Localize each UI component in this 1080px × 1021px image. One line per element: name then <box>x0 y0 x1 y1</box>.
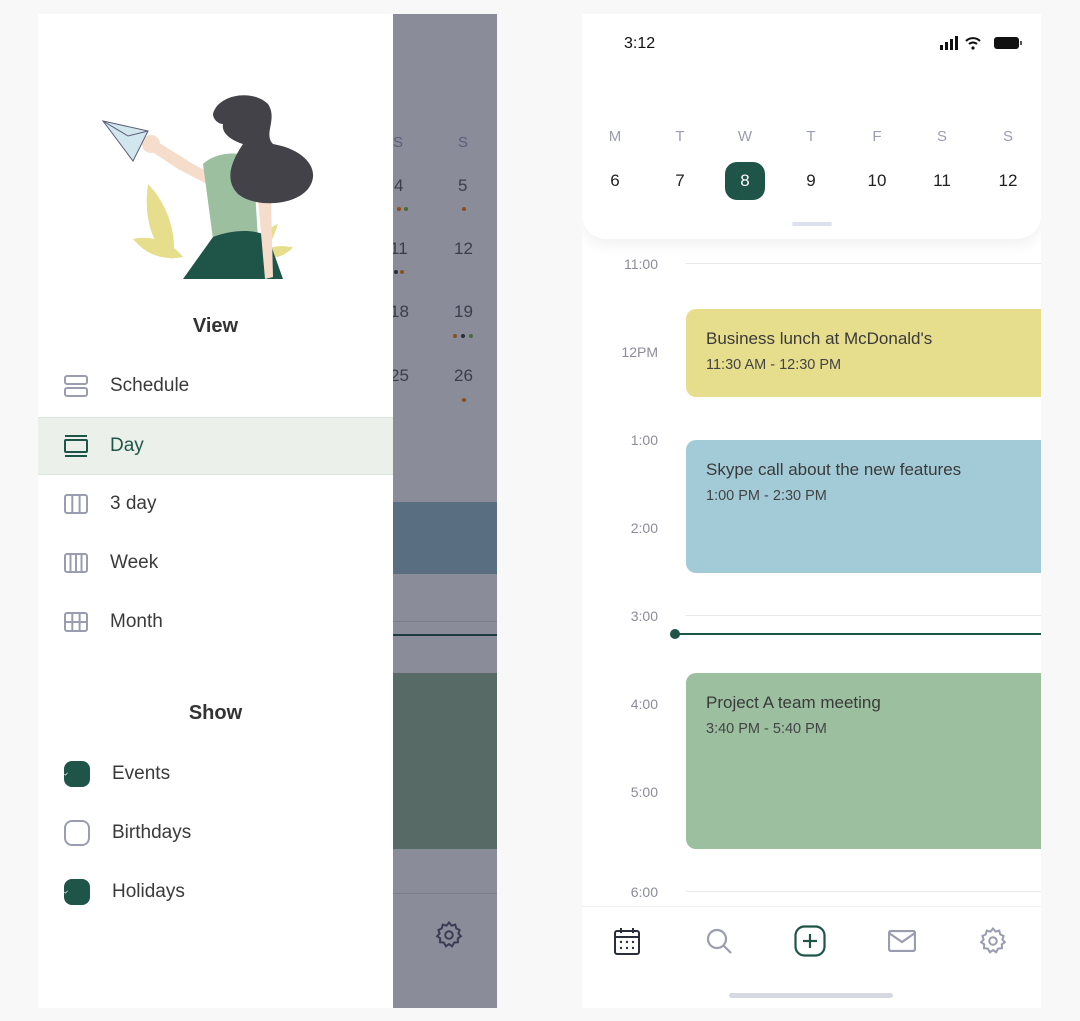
weekday-label: F <box>872 128 882 145</box>
date[interactable]: 26 <box>454 366 473 386</box>
event-time: 3:40 PM - 5:40 PM <box>706 721 827 737</box>
illustration-woman-paper-plane <box>93 89 323 284</box>
view-option-day[interactable]: Day <box>38 417 393 475</box>
dimmed-divider <box>393 621 497 622</box>
weekday-label: S <box>1002 128 1013 145</box>
week-strip: 3:12 M 6 T 7 W 8 T 9 F 10 S 11 S 12 <box>582 14 1041 239</box>
date[interactable]: 19 <box>454 302 473 322</box>
checkbox-checked[interactable] <box>64 761 90 787</box>
checkbox-unchecked[interactable] <box>64 820 90 846</box>
dimmed-event <box>393 673 497 849</box>
calendar-icon[interactable] <box>607 921 647 961</box>
event-title: Project A team meeting <box>706 693 881 712</box>
show-option-label: Events <box>112 763 171 784</box>
hour-label: 2:00 <box>630 520 658 536</box>
hour-gridline <box>686 891 1041 892</box>
view-option-label: Schedule <box>110 375 190 396</box>
week-icon <box>64 553 88 573</box>
show-section-title: Show <box>188 702 243 724</box>
day-icon <box>64 435 88 457</box>
date[interactable]: 12 <box>454 239 473 259</box>
view-option-label: Day <box>110 435 144 456</box>
event-dot <box>397 207 401 211</box>
three-day-icon <box>64 494 88 514</box>
event-dot <box>453 334 457 338</box>
settings-icon[interactable] <box>973 921 1013 961</box>
event-title: Skype call about the new features <box>706 460 962 479</box>
event-dot <box>404 207 408 211</box>
month-icon <box>64 612 88 632</box>
event-dot <box>462 398 466 402</box>
date[interactable]: 10 <box>857 162 897 200</box>
weekday-label: W <box>737 128 753 145</box>
event-card[interactable]: Project A team meeting 3:40 PM - 5:40 PM <box>686 673 1041 849</box>
date[interactable]: 9 <box>791 162 831 200</box>
hour-label: 6:00 <box>630 884 658 900</box>
weekday-label: T <box>675 128 685 145</box>
view-option-month[interactable]: Month <box>38 593 393 651</box>
view-option-label: Week <box>110 552 159 573</box>
event-time: 1:00 PM - 2:30 PM <box>706 488 827 504</box>
checkbox-checked[interactable] <box>64 879 90 905</box>
event-card[interactable]: Skype call about the new features 1:00 PM… <box>686 440 1041 573</box>
view-option-label: Month <box>110 611 163 632</box>
hour-gridline <box>686 263 1041 264</box>
drag-handle[interactable] <box>792 222 832 226</box>
settings-icon[interactable] <box>434 920 464 955</box>
show-events-checkbox[interactable]: Events <box>38 745 393 803</box>
date-selected[interactable]: 8 <box>725 162 765 200</box>
view-option-schedule[interactable]: Schedule <box>38 357 393 415</box>
dimmed-now-line <box>393 634 497 636</box>
status-icons <box>940 36 1028 57</box>
hour-label: 12PM <box>621 344 658 360</box>
dimmed-event <box>393 502 497 574</box>
current-time-indicator <box>671 633 1041 635</box>
date[interactable]: 12 <box>988 162 1028 200</box>
weekday-s: S <box>458 134 469 151</box>
view-option-label: 3 day <box>110 493 157 514</box>
weekday-label: M <box>608 128 622 145</box>
show-holidays-checkbox[interactable]: Holidays <box>38 863 393 921</box>
event-card[interactable]: Business lunch at McDonald's 11:30 AM - 1… <box>686 309 1041 397</box>
event-dot <box>469 334 473 338</box>
current-time-dot <box>670 629 680 639</box>
hour-label: 11:00 <box>624 256 658 272</box>
date[interactable]: 11 <box>922 162 962 200</box>
show-option-label: Birthdays <box>112 822 192 843</box>
weekday-label: S <box>936 128 947 145</box>
event-title: Business lunch at McDonald's <box>706 329 933 348</box>
view-option-3-day[interactable]: 3 day <box>38 475 393 533</box>
dimmed-divider <box>393 893 497 894</box>
event-dot <box>394 270 398 274</box>
view-section-title: View <box>192 315 239 337</box>
hour-label: 1:00 <box>630 432 658 448</box>
view-drawer: View Schedule Day 3 day Week Month Show … <box>38 14 393 1008</box>
search-icon[interactable] <box>699 921 739 961</box>
date[interactable]: 6 <box>595 162 635 200</box>
weekday-s: S <box>393 134 404 151</box>
event-dot <box>461 334 465 338</box>
show-birthdays-checkbox[interactable]: Birthdays <box>38 804 393 862</box>
event-dot <box>400 270 404 274</box>
hour-label: 5:00 <box>630 784 658 800</box>
add-event-button[interactable] <box>790 921 830 961</box>
weekday-label: T <box>806 128 816 145</box>
bottom-tab-bar <box>582 906 1041 1008</box>
schedule-icon <box>64 375 88 397</box>
right-phone-screen: 3:12 M 6 T 7 W 8 T 9 F 10 S 11 S 12 11:00 12PM 1:00 2:00… <box>582 14 1041 1008</box>
hour-label: 4:00 <box>630 696 658 712</box>
home-indicator <box>729 993 893 998</box>
show-option-label: Holidays <box>112 881 185 902</box>
hour-label: 3:00 <box>630 608 658 624</box>
date[interactable]: 5 <box>458 176 467 196</box>
view-option-week[interactable]: Week <box>38 534 393 592</box>
left-phone-screen: S S 4 5 11 12 18 19 25 26 View Schedule … <box>38 14 497 1008</box>
date[interactable]: 7 <box>660 162 700 200</box>
mail-icon[interactable] <box>882 921 922 961</box>
date[interactable]: 4 <box>394 176 403 196</box>
hour-gridline <box>686 615 1041 616</box>
event-dot <box>462 207 466 211</box>
event-time: 11:30 AM - 12:30 PM <box>706 357 842 373</box>
status-time: 3:12 <box>624 35 656 52</box>
